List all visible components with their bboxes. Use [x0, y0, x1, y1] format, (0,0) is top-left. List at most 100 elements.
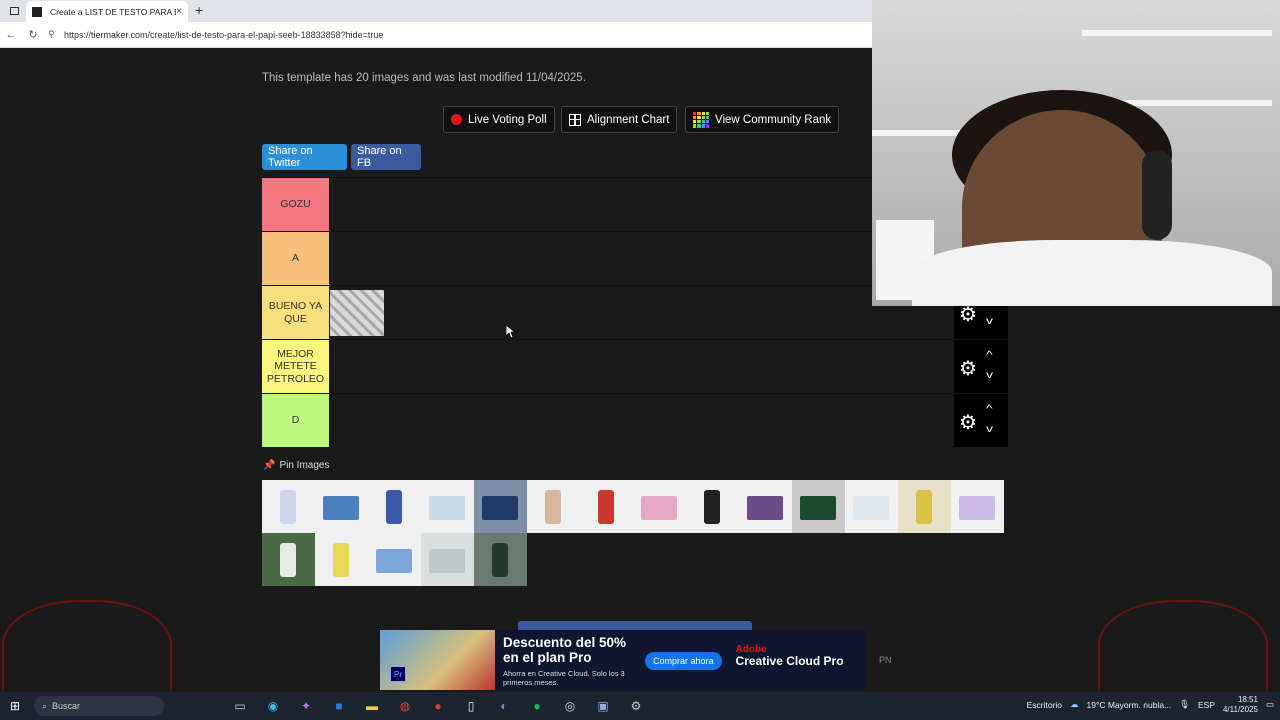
chevron-up-icon[interactable]: ^ — [986, 350, 993, 361]
gear-icon[interactable]: ⚙ — [959, 356, 977, 381]
pool-image[interactable] — [421, 480, 474, 533]
notification-icon[interactable]: ▭ — [1266, 699, 1274, 710]
pool-image[interactable] — [368, 480, 421, 533]
chevron-down-icon[interactable]: v — [986, 316, 993, 327]
pool-image[interactable] — [474, 480, 527, 533]
view-community-rank-button[interactable]: View Community Rank — [685, 106, 840, 133]
tier-label[interactable]: D — [262, 394, 329, 447]
tier-label[interactable]: A — [262, 232, 329, 285]
pool-image[interactable] — [845, 480, 898, 533]
taskbar-search-label: Buscar — [52, 701, 81, 711]
live-voting-poll-button[interactable]: Live Voting Poll — [443, 106, 555, 133]
pool-image[interactable] — [792, 480, 845, 533]
pin-images-toggle[interactable]: 📌 Pin Images — [263, 460, 329, 471]
app-icon[interactable]: ▣ — [591, 696, 615, 716]
url-text: https://tiermaker.com/create/list-de-tes… — [64, 29, 384, 40]
tier-row-d: D ⚙ ^ v — [262, 393, 1008, 447]
live-voting-label: Live Voting Poll — [468, 113, 547, 126]
desktop-label[interactable]: Escritorio — [1027, 700, 1062, 710]
taskbar-apps: ▭ ◉ ✦ ■ ▬ ◍ ● ▯ ◐ ● ◎ ▣ ⚙ — [228, 696, 648, 716]
pool-image[interactable] — [739, 480, 792, 533]
tab-close-icon[interactable]: × — [176, 6, 182, 17]
clock[interactable]: 18:51 4/11/2025 — [1223, 695, 1258, 714]
tier-label[interactable]: BUENO YA QUE — [262, 286, 329, 339]
notepad-icon[interactable]: ▯ — [459, 696, 483, 716]
pin-images-label: Pin Images — [279, 460, 330, 471]
community-rank-label: View Community Rank — [715, 113, 832, 126]
back-icon[interactable]: ← — [0, 29, 22, 41]
outlook-icon[interactable]: ■ — [327, 696, 351, 716]
tier-dropzone[interactable] — [329, 178, 954, 231]
tier-dropzone[interactable] — [329, 340, 954, 393]
pool-image[interactable] — [580, 480, 633, 533]
ad-image: Pr — [380, 630, 495, 690]
chrome-icon[interactable]: ◍ — [393, 696, 417, 716]
pool-image[interactable] — [315, 533, 368, 586]
settings-app-icon[interactable]: ⚙ — [624, 696, 648, 716]
window-menu-icon[interactable] — [0, 0, 28, 22]
ad-banner[interactable]: Pr Descuento del 50% en el plan Pro Ahor… — [380, 630, 866, 690]
premiere-badge: Pr — [390, 666, 406, 682]
edge-icon[interactable]: ◉ — [261, 696, 285, 716]
ad-cta-button[interactable]: Comprar ahora — [645, 652, 722, 670]
pool-image[interactable] — [474, 533, 527, 586]
address-bar[interactable]: ⚲ https://tiermaker.com/create/list-de-t… — [48, 29, 872, 40]
tiermaker-favicon-icon — [32, 6, 42, 17]
pool-image[interactable] — [686, 480, 739, 533]
pool-image[interactable] — [633, 480, 686, 533]
tier-label[interactable]: MEJOR METETE PETROLEO — [262, 340, 329, 393]
discord-icon[interactable]: ◐ — [492, 696, 516, 716]
reload-icon[interactable]: ↻ — [22, 28, 44, 41]
screen: Create a LIST DE TESTO PARA EL × + ← ↻ ⚲… — [0, 0, 1280, 720]
chevron-down-icon[interactable]: v — [986, 370, 993, 381]
pool-image[interactable] — [262, 533, 315, 586]
obs-icon[interactable]: ◎ — [558, 696, 582, 716]
file-explorer-icon[interactable]: ▬ — [360, 696, 384, 716]
weather-label[interactable]: 19°C Mayorm. nubla... — [1087, 700, 1172, 710]
new-tab-button[interactable]: + — [195, 2, 203, 18]
mic-icon[interactable]: 🎙 — [1179, 699, 1190, 710]
browser-tab[interactable]: Create a LIST DE TESTO PARA EL × — [26, 1, 188, 22]
share-twitter-button[interactable]: Share on Twitter — [262, 144, 347, 170]
pool-image[interactable] — [898, 480, 951, 533]
tier-label[interactable]: GOZU — [262, 178, 329, 231]
chevron-up-icon[interactable]: ^ — [986, 404, 993, 415]
site-info-icon[interactable]: ⚲ — [48, 29, 60, 40]
tier-dropzone[interactable] — [329, 286, 954, 339]
task-view-icon[interactable]: ▭ — [228, 696, 252, 716]
pool-image[interactable] — [951, 480, 1004, 533]
pool-image[interactable] — [315, 480, 368, 533]
taskbar-search[interactable]: ⌕ Buscar — [34, 696, 164, 716]
tier-controls: ⚙ ^ v — [954, 394, 1008, 447]
system-tray: Escritorio ☁ 19°C Mayorm. nubla... 🎙 ESP… — [1027, 695, 1274, 714]
lang-label[interactable]: ESP — [1198, 700, 1215, 710]
alignment-chart-button[interactable]: Alignment Chart — [561, 106, 678, 133]
chevron-down-icon[interactable]: v — [986, 424, 993, 435]
clock-time: 18:51 — [1237, 695, 1258, 704]
pill-pack-image[interactable] — [330, 290, 384, 336]
pool-image[interactable] — [368, 533, 421, 586]
share-fb-button[interactable]: Share on FB — [351, 144, 421, 170]
tier-dropzone[interactable] — [329, 394, 954, 447]
gear-icon[interactable]: ⚙ — [959, 410, 977, 435]
pn-label: PN — [879, 655, 892, 665]
ad-headline: Descuento del 50% en el plan Pro — [503, 635, 627, 665]
tier-row-mejor-metete-petroleo: MEJOR METETE PETROLEO ⚙ ^ v — [262, 339, 1008, 393]
ad-brand: Adobe Creative Cloud Pro — [736, 644, 844, 690]
record-dot-icon — [451, 114, 462, 125]
headset — [1142, 150, 1172, 240]
template-info: This template has 20 images and was last… — [262, 72, 586, 84]
mouse-cursor-icon — [506, 325, 516, 339]
ad-copy: Descuento del 50% en el plan Pro Ahorra … — [495, 630, 645, 690]
windows-start-icon[interactable]: ⊞ — [0, 699, 30, 713]
pool-image[interactable] — [421, 533, 474, 586]
pool-image[interactable] — [527, 480, 580, 533]
powerpoint-icon[interactable]: ● — [426, 696, 450, 716]
copilot-icon[interactable]: ✦ — [294, 696, 318, 716]
taskbar: ⊞ ⌕ Buscar ▭ ◉ ✦ ■ ▬ ◍ ● ▯ ◐ ● ◎ ▣ ⚙ Esc… — [0, 692, 1280, 720]
rank-grid-icon — [693, 111, 709, 128]
pool-image[interactable] — [262, 480, 315, 533]
tier-dropzone[interactable] — [329, 232, 954, 285]
spotify-icon[interactable]: ● — [525, 696, 549, 716]
decorative-figure-left — [2, 600, 172, 700]
